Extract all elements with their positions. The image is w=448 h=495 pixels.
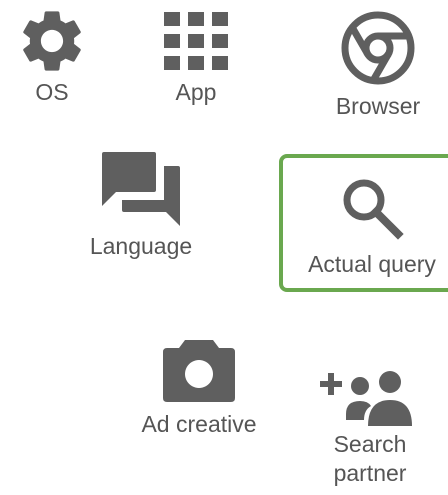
tile-search-partner[interactable]: Search partner [308,370,432,488]
tile-label: OS [35,79,69,105]
tile-label: Browser [335,93,421,119]
tile-label: Language [89,233,193,259]
tile-actual-query[interactable]: Actual query [279,154,448,292]
chat-bubbles-icon [102,152,180,226]
tile-os[interactable]: OS [6,4,98,106]
search-icon [340,176,404,240]
gear-icon [15,4,89,78]
tile-browser[interactable]: Browser [315,8,441,120]
chrome-icon [338,8,418,88]
tile-label: Search partner [333,431,407,486]
add-people-icon [318,370,422,426]
grid-icon [164,12,228,70]
tile-label: App [175,79,217,105]
tile-app[interactable]: App [143,12,249,106]
tile-label: Ad creative [141,411,257,437]
camera-icon [163,340,235,402]
tile-ad-creative[interactable]: Ad creative [124,340,274,438]
tile-language[interactable]: Language [62,152,220,260]
tile-label: Actual query [308,251,436,277]
